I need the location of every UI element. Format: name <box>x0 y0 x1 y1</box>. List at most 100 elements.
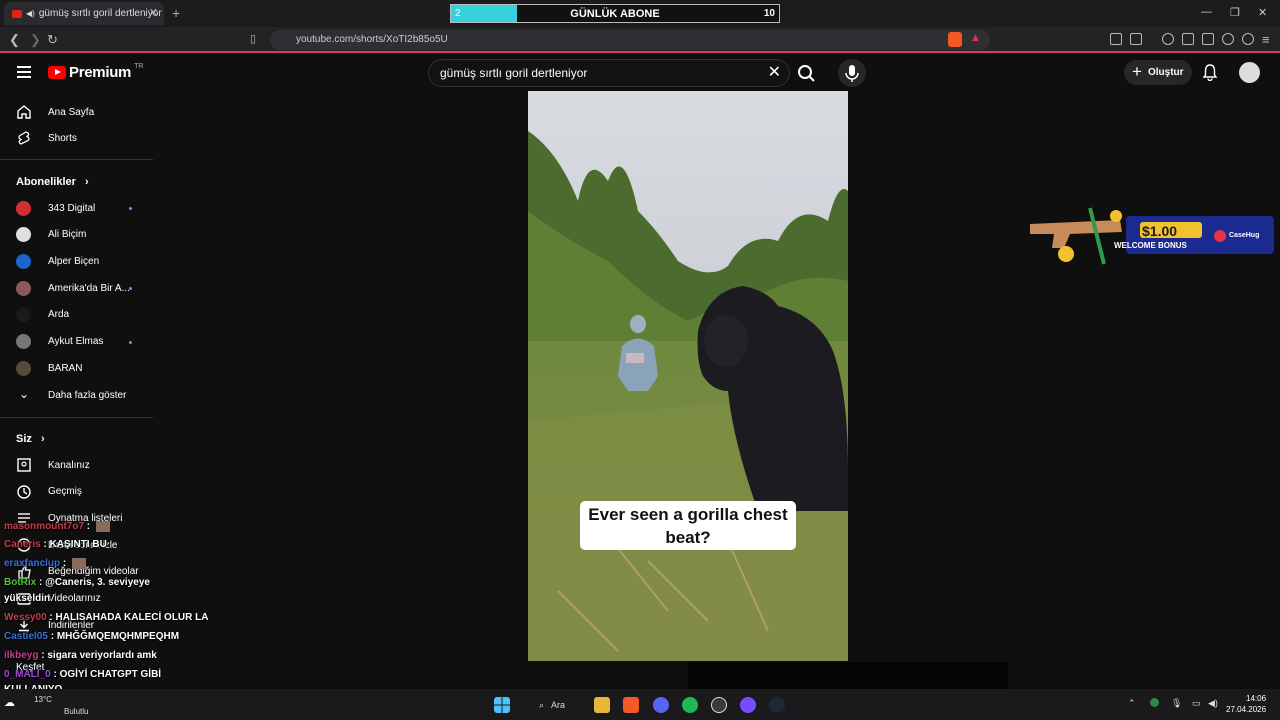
shorts-video-player[interactable] <box>528 91 848 661</box>
shorts-icon <box>18 131 30 145</box>
taskbar-search[interactable]: ⌕ Ara <box>529 696 579 714</box>
weather-widget[interactable]: ☁ 13°C Bulutlu <box>4 693 104 717</box>
create-button[interactable]: Oluştur <box>1124 59 1192 85</box>
network-icon[interactable]: ▭ <box>1192 698 1201 709</box>
extensions-icon[interactable] <box>1110 33 1122 45</box>
sidebar-subscription-item[interactable]: Ali Biçim <box>16 225 86 245</box>
sidebar-subscription-item[interactable]: Alper Biçen <box>16 251 99 271</box>
tray-app-icon[interactable] <box>1150 698 1159 707</box>
windows-taskbar: ☁ 13°C Bulutlu ⌕ Ara ⌃ 🎙 ▭ ◀) 14:06 27.0… <box>0 689 1280 720</box>
volume-icon[interactable]: ◀) <box>1208 698 1218 709</box>
file-explorer-icon[interactable] <box>594 697 610 713</box>
video-caption: Ever seen a gorilla chest beat? <box>580 501 796 550</box>
reload-icon[interactable]: ↻ <box>47 32 58 48</box>
microphone-tray-icon[interactable]: 🎙 <box>1171 698 1182 709</box>
chat-emote-icon <box>95 521 110 532</box>
app-icon[interactable] <box>740 697 756 713</box>
chat-username[interactable]: Castiel05 <box>4 631 48 642</box>
cloud-icon: ☁ <box>4 697 15 709</box>
media-icon[interactable] <box>1162 33 1174 45</box>
channel-avatar <box>16 360 31 376</box>
sidebar-item-home[interactable]: Ana Sayfa <box>16 102 94 122</box>
chat-text: MHĞĞMQEMQHMPEQHM <box>56 631 180 642</box>
windows-start-icon[interactable] <box>494 697 510 713</box>
search-input[interactable]: gümüş sırtlı goril dertleniyor ✕ <box>428 59 790 87</box>
chat-username[interactable]: eraxfanclup <box>4 558 60 569</box>
chat-username[interactable]: Caneris <box>4 539 41 550</box>
chat-username[interactable]: Wessy00 <box>4 612 47 623</box>
vpn-icon[interactable] <box>1202 33 1214 45</box>
menu-icon[interactable]: ≡ <box>1262 32 1270 47</box>
sidebar-subscription-item[interactable]: BARAN <box>16 358 82 378</box>
sidebar-subscription-item[interactable]: Aykut Elmas <box>16 332 103 352</box>
chat-message: Wessy00 : HALISAHADA KALECİ OLUR LA <box>4 612 209 623</box>
sidebar-icon[interactable] <box>1182 33 1194 45</box>
search-icon[interactable] <box>792 60 820 86</box>
obs-icon[interactable] <box>711 697 727 713</box>
sidebar-subscription-item[interactable]: Amerika'da Bir A... <box>16 278 130 298</box>
brave-rewards-icon[interactable]: ▲ <box>970 32 981 44</box>
show-more-button[interactable]: ⌄ Daha fazla göster <box>16 385 126 405</box>
sidebar-item-shorts[interactable]: Shorts <box>16 128 77 148</box>
hamburger-menu-icon[interactable] <box>17 66 31 78</box>
sidebar-item-label: Shorts <box>48 132 77 144</box>
brave-shield-icon[interactable] <box>948 32 962 47</box>
chat-text: OGİYİ CHATGPT GİBİ <box>59 669 162 680</box>
shield-icon[interactable] <box>1242 33 1254 45</box>
clock-time: 14:06 <box>1246 694 1267 703</box>
sidebar-item-label: BARAN <box>48 362 83 374</box>
chat-text: HALISAHADA KALECİ OLUR LA <box>55 612 209 623</box>
notifications-icon[interactable] <box>1202 63 1218 81</box>
close-tab-icon[interactable]: ✕ <box>149 6 158 19</box>
you-heading-label: Siz <box>16 433 32 445</box>
steam-icon[interactable] <box>769 697 785 713</box>
sidebar-subscription-item[interactable]: 343 Digital <box>16 198 95 218</box>
chat-emote-icon <box>72 558 87 569</box>
spotify-icon[interactable] <box>682 697 698 713</box>
avatar[interactable] <box>1239 62 1260 83</box>
chat-message: masonmount7o7 : <box>4 521 110 532</box>
chat-username[interactable]: 0_MALİ_0 <box>4 669 51 680</box>
subscriptions-heading[interactable]: Abonelikler › <box>16 176 89 188</box>
chat-username[interactable]: BotRix <box>4 577 36 588</box>
sidebar-item-label: Amerika'da Bir A... <box>48 282 130 294</box>
wallet-icon[interactable] <box>1130 33 1142 45</box>
chat-text: @Caneris, 3. seviyeye <box>45 577 150 588</box>
channel-avatar <box>16 307 31 323</box>
bookmark-icon[interactable]: ▯ <box>250 32 256 45</box>
sidebar-item-label: Alper Biçen <box>48 255 100 267</box>
subscriptions-heading-label: Abonelikler <box>16 176 76 188</box>
sidebar-item-history[interactable]: Geçmiş <box>16 482 82 502</box>
url-input[interactable]: youtube.com/shorts/XoTI2b85o5U <box>270 30 990 50</box>
search-icon: ⌕ <box>539 700 545 710</box>
chat-username[interactable]: masonmount7o7 <box>4 521 84 532</box>
browser-tab[interactable]: ◀) gümüş sırtlı goril dertleniyor ✕ <box>4 2 164 25</box>
back-icon[interactable]: ❮ <box>9 32 20 48</box>
new-tab-button[interactable]: + <box>172 5 180 21</box>
clear-search-icon[interactable]: ✕ <box>768 60 781 86</box>
ad-text: WELCOME BONUS <box>1114 241 1187 250</box>
forward-icon[interactable]: ❯ <box>30 32 41 48</box>
tray-chevron-icon[interactable]: ⌃ <box>1128 698 1136 709</box>
maximize-icon[interactable]: ❐ <box>1230 6 1240 19</box>
logo-text: Premium <box>69 64 132 81</box>
browser-tab-bar: ◀) gümüş sırtlı goril dertleniyor ✕ + 2 … <box>0 0 1280 27</box>
youtube-logo[interactable]: Premium TR <box>48 63 143 81</box>
you-heading[interactable]: Siz › <box>16 433 45 445</box>
leo-icon[interactable] <box>1222 33 1234 45</box>
close-window-icon[interactable]: ✕ <box>1258 6 1267 19</box>
chat-message: 0_MALİ_0 : OGİYİ CHATGPT GİBİ <box>4 669 161 680</box>
sidebar-item-label: Arda <box>48 309 70 321</box>
brave-browser-icon[interactable] <box>623 697 639 713</box>
channel-avatar <box>16 253 31 269</box>
sidebar-subscription-item[interactable]: Arda <box>16 305 69 325</box>
youtube-favicon-icon <box>12 9 22 18</box>
minimize-icon[interactable]: — <box>1201 6 1212 18</box>
clock[interactable]: 14:06 27.04.2026 <box>1226 693 1266 715</box>
sidebar-item-channel[interactable]: Kanalınız <box>16 455 90 475</box>
discord-icon[interactable] <box>653 697 669 713</box>
mic-icon[interactable] <box>838 59 866 87</box>
casino-ad-banner[interactable]: $1.00 WELCOME BONUS CaseHug <box>1030 204 1274 266</box>
chat-username[interactable]: ilkbeyg <box>4 650 38 661</box>
sidebar-item-label: Aykut Elmas <box>48 336 104 347</box>
